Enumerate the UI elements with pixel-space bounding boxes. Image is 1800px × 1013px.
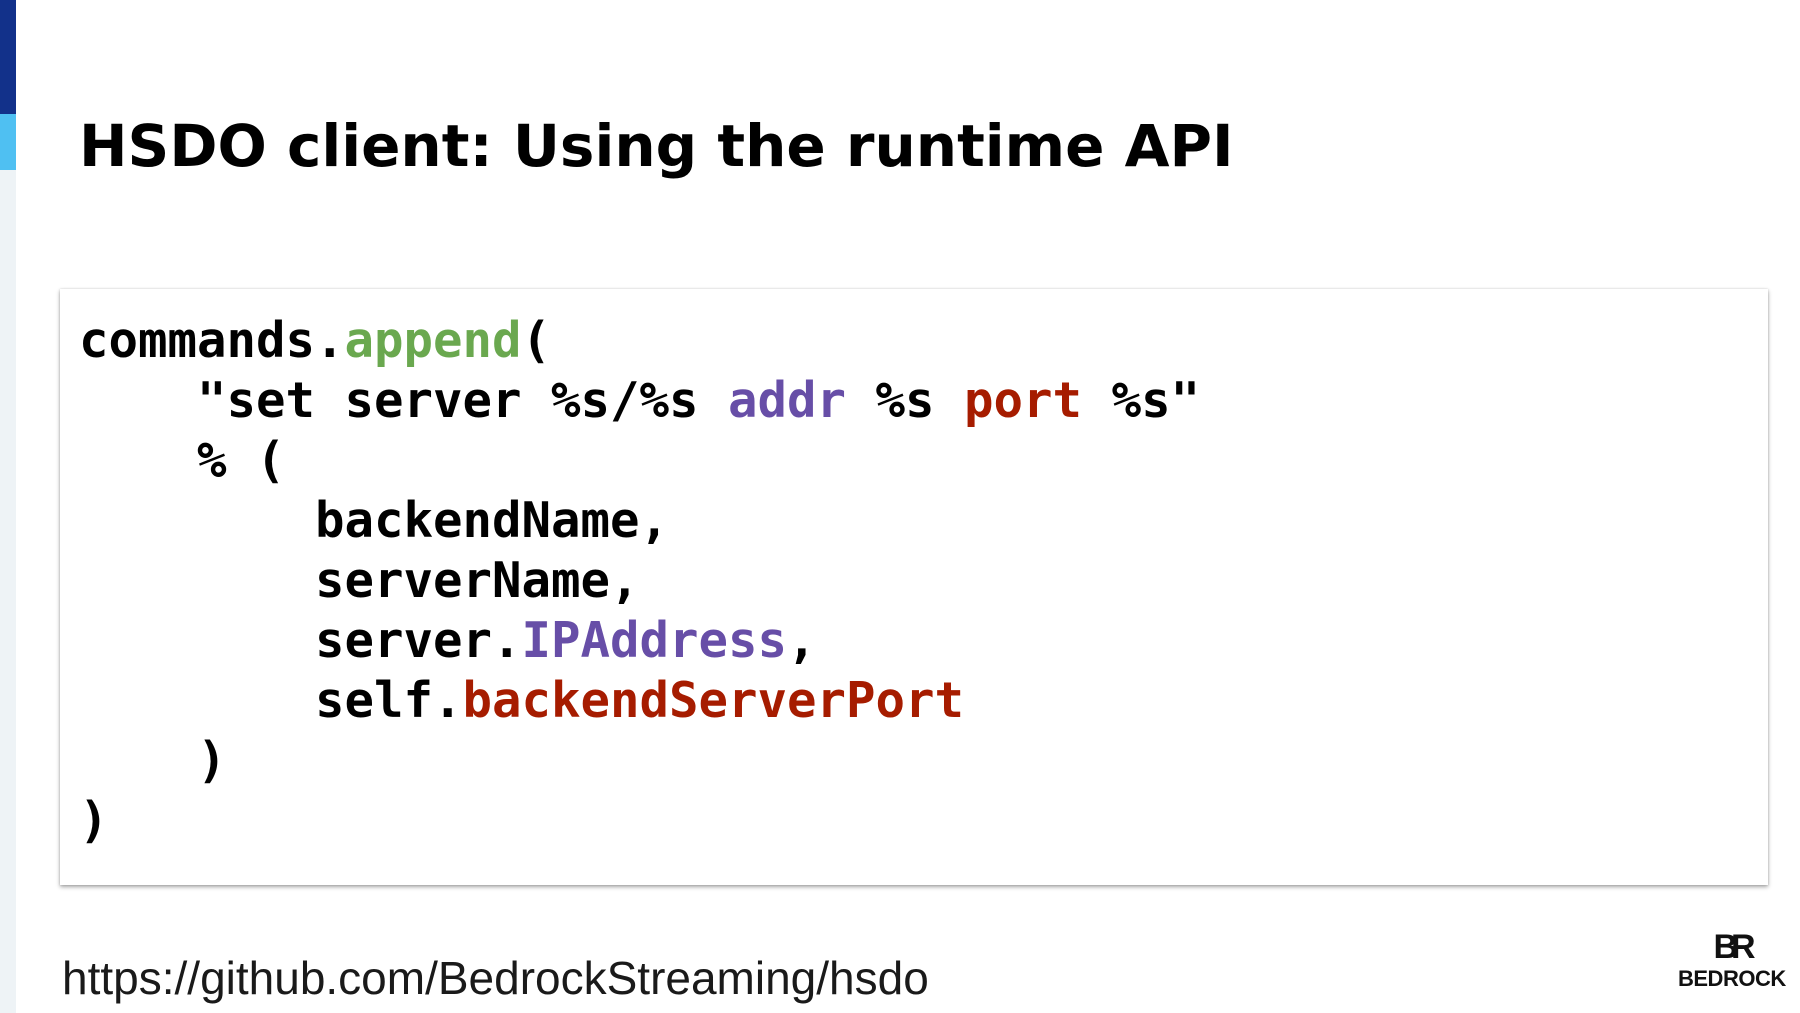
code-line-9: )	[79, 792, 109, 849]
code-line-4: backendName,	[79, 492, 670, 549]
code-line-3: % (	[79, 432, 286, 489]
code-line-5: serverName,	[79, 552, 640, 609]
code-line-1: commands.append(	[79, 312, 552, 369]
attribute-token: backendServerPort	[462, 672, 965, 729]
slide-title: HSDO client: Using the runtime API	[79, 112, 1234, 180]
code-line-7: self.backendServerPort	[79, 672, 965, 729]
code-line-6: server.IPAddress,	[79, 612, 817, 669]
accent-bar-dark	[0, 0, 16, 114]
code-line-8: )	[79, 732, 227, 789]
accent-bar-light	[0, 114, 16, 170]
keyword-token: port	[964, 372, 1083, 429]
code-listing: commands.append( "set server %s/%s addr …	[79, 311, 1200, 851]
attribute-token: IPAddress	[521, 612, 788, 669]
code-block: commands.append( "set server %s/%s addr …	[60, 289, 1768, 885]
code-line-2: "set server %s/%s addr %s port %s"	[79, 372, 1201, 429]
logo-mark: BR	[1713, 928, 1755, 966]
bedrock-logo: BR BEDROCK	[1678, 928, 1786, 994]
keyword-token: addr	[728, 372, 847, 429]
method-token: append	[344, 312, 522, 369]
github-link[interactable]: https://github.com/BedrockStreaming/hsdo	[62, 950, 929, 1006]
logo-wordmark: BEDROCK	[1678, 966, 1786, 991]
